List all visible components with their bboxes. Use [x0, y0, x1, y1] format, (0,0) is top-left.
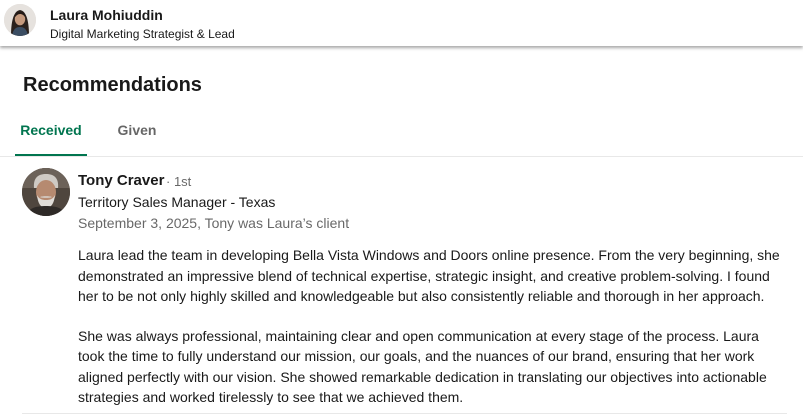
recommendation-paragraph: She was always professional, maintaining…	[78, 327, 767, 406]
recommender-title: Territory Sales Manager - Texas	[78, 194, 276, 210]
connection-degree: · 1st	[166, 174, 192, 189]
recommender-photo	[22, 168, 70, 216]
tab-given[interactable]: Given	[108, 108, 166, 155]
profile-photo	[4, 4, 36, 36]
recommender-name[interactable]: Tony Craver	[78, 172, 164, 189]
recommendation-tabs: Received Given	[0, 108, 803, 157]
divider	[22, 413, 787, 414]
profile-avatar[interactable]	[4, 4, 36, 36]
profile-headline: Digital Marketing Strategist & Lead	[50, 27, 235, 41]
recommendation-text: Laura lead the team in developing Bella …	[78, 245, 784, 408]
recommendation-date-relationship: September 3, 2025, Tony was Laura’s clie…	[78, 215, 350, 231]
sticky-profile-header: Laura Mohiuddin Digital Marketing Strate…	[0, 0, 803, 46]
profile-name: Laura Mohiuddin	[50, 7, 163, 23]
recommender-avatar[interactable]	[22, 168, 70, 216]
recommendation-paragraph: Laura lead the team in developing Bella …	[78, 247, 780, 304]
tab-received[interactable]: Received	[15, 108, 87, 156]
page-title: Recommendations	[23, 74, 202, 96]
